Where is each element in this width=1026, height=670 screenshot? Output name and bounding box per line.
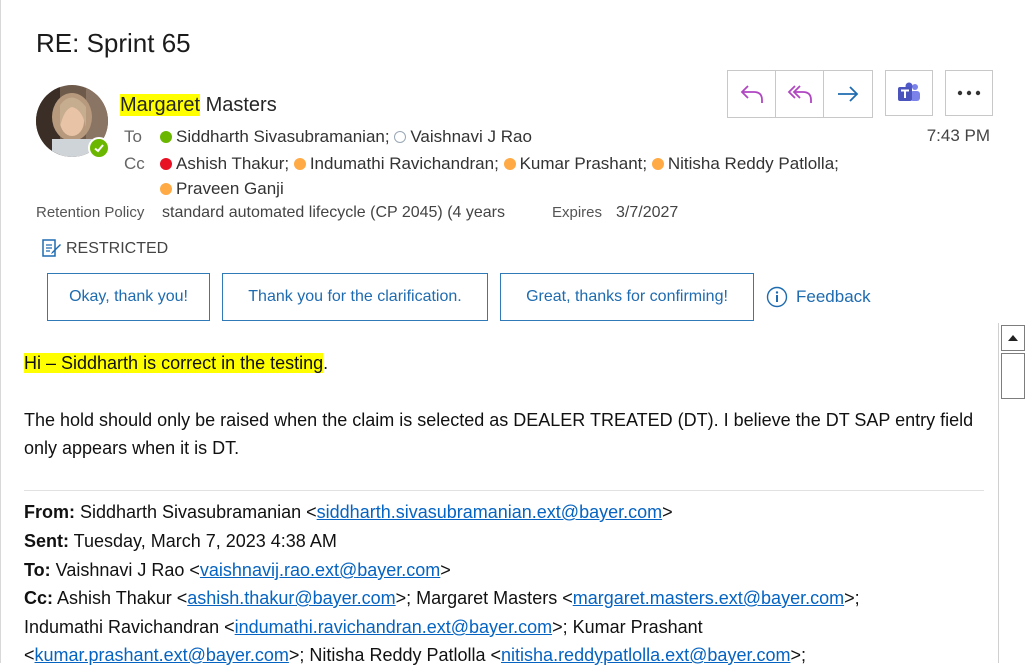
to-recipients: Siddharth Sivasubramanian; Vaishnavi J R… xyxy=(160,127,532,147)
cc-label: Cc xyxy=(124,154,145,173)
presence-available-icon xyxy=(88,137,110,159)
teams-icon xyxy=(898,82,920,101)
expires-value: 3/7/2027 xyxy=(616,204,679,221)
presence-available-icon xyxy=(160,131,172,143)
recipient[interactable]: Kumar Prashant; xyxy=(503,154,647,173)
recipient[interactable]: Siddharth Sivasubramanian; xyxy=(160,127,390,146)
quoted-to: To: Vaishnavi J Rao <vaishnavij.rao.ext@… xyxy=(24,560,451,580)
recipient[interactable]: Nitisha Reddy Patlolla; xyxy=(651,154,839,173)
scroll-up-button[interactable] xyxy=(1001,325,1025,351)
reply-button[interactable] xyxy=(728,71,776,117)
suggested-reply-1[interactable]: Okay, thank you! xyxy=(47,273,210,321)
reply-icon xyxy=(740,85,763,103)
more-actions-button[interactable] xyxy=(945,70,993,116)
forward-icon xyxy=(838,86,859,102)
body-greeting-highlight: Hi – Siddharth is correct in the testing xyxy=(24,353,324,373)
recipient[interactable]: Vaishnavi J Rao xyxy=(394,127,532,146)
retention-policy-label: Retention Policy xyxy=(36,204,145,221)
received-time: 7:43 PM xyxy=(926,126,990,145)
email-subject: RE: Sprint 65 xyxy=(36,28,191,58)
quoted-cc: Cc: Ashish Thakur <ashish.thakur@bayer.c… xyxy=(24,588,860,608)
triangle-up-icon xyxy=(1008,335,1018,341)
scrollbar-thumb[interactable] xyxy=(1001,353,1025,399)
message-actions-toolbar xyxy=(727,70,993,118)
sensitivity-text: RESTRICTED xyxy=(66,240,169,257)
quoted-divider xyxy=(24,490,984,491)
forward-button[interactable] xyxy=(824,71,872,117)
sender-name[interactable]: Margaret Masters xyxy=(120,94,277,117)
more-icon xyxy=(957,90,981,96)
vertical-scrollbar[interactable] xyxy=(998,323,1026,663)
feedback-label: Feedback xyxy=(796,287,871,306)
reply-all-button[interactable] xyxy=(776,71,824,117)
sensitivity-label-icon xyxy=(42,239,61,257)
email-link[interactable]: nitisha.reddypatlolla.ext@bayer.com xyxy=(501,645,790,665)
cc-recipients-line1: Ashish Thakur; Indumathi Ravichandran; K… xyxy=(160,154,839,174)
email-link[interactable]: margaret.masters.ext@bayer.com xyxy=(573,588,844,608)
sensitivity-label[interactable]: RESTRICTED xyxy=(40,238,168,260)
presence-away-icon xyxy=(651,158,664,170)
feedback-link[interactable]: Feedback xyxy=(766,286,871,308)
quoted-from: From: Siddharth Sivasubramanian <siddhar… xyxy=(24,502,673,522)
recipient[interactable]: Ashish Thakur; xyxy=(160,154,289,173)
info-icon xyxy=(766,286,788,308)
email-link[interactable]: kumar.prashant.ext@bayer.com xyxy=(35,645,289,665)
sender-last-name: Masters xyxy=(200,94,277,116)
sender-first-name: Margaret xyxy=(120,94,201,116)
reply-all-icon xyxy=(787,85,812,103)
reading-pane-border xyxy=(0,0,1,663)
cc-recipients-line2: Praveen Ganji xyxy=(160,179,284,199)
quoted-cc-line2: Indumathi Ravichandran <indumathi.ravich… xyxy=(24,617,703,637)
expires-label: Expires xyxy=(552,204,603,221)
body-greeting: Hi – Siddharth is correct in the testing… xyxy=(24,349,966,377)
quoted-cc-line3: <kumar.prashant.ext@bayer.com>; Nitisha … xyxy=(24,645,806,665)
quoted-sent: Sent: Tuesday, March 7, 2023 4:38 AM xyxy=(24,531,337,551)
suggested-reply-3[interactable]: Great, thanks for confirming! xyxy=(500,273,754,321)
presence-away-icon xyxy=(160,183,172,195)
body-paragraph: The hold should only be raised when the … xyxy=(24,410,974,458)
presence-offline-icon xyxy=(394,131,407,143)
body-greeting-tail: . xyxy=(323,353,329,373)
email-link[interactable]: ashish.thakur@bayer.com xyxy=(187,588,395,608)
recipient[interactable]: Praveen Ganji xyxy=(160,179,284,198)
email-link[interactable]: indumathi.ravichandran.ext@bayer.com xyxy=(235,617,552,637)
teams-chat-button[interactable] xyxy=(885,70,933,116)
email-link[interactable]: vaishnavij.rao.ext@bayer.com xyxy=(200,560,440,580)
reply-actions-group xyxy=(727,70,873,118)
presence-busy-icon xyxy=(160,158,172,170)
email-link[interactable]: siddharth.sivasubramanian.ext@bayer.com xyxy=(317,502,662,522)
presence-away-icon xyxy=(503,158,516,170)
to-label: To xyxy=(124,127,142,146)
recipient[interactable]: Indumathi Ravichandran; xyxy=(293,154,499,173)
retention-policy-value: standard automated lifecycle (CP 2045) (… xyxy=(162,204,505,221)
suggested-reply-2[interactable]: Thank you for the clarification. xyxy=(222,273,488,321)
presence-away-icon xyxy=(293,158,306,170)
